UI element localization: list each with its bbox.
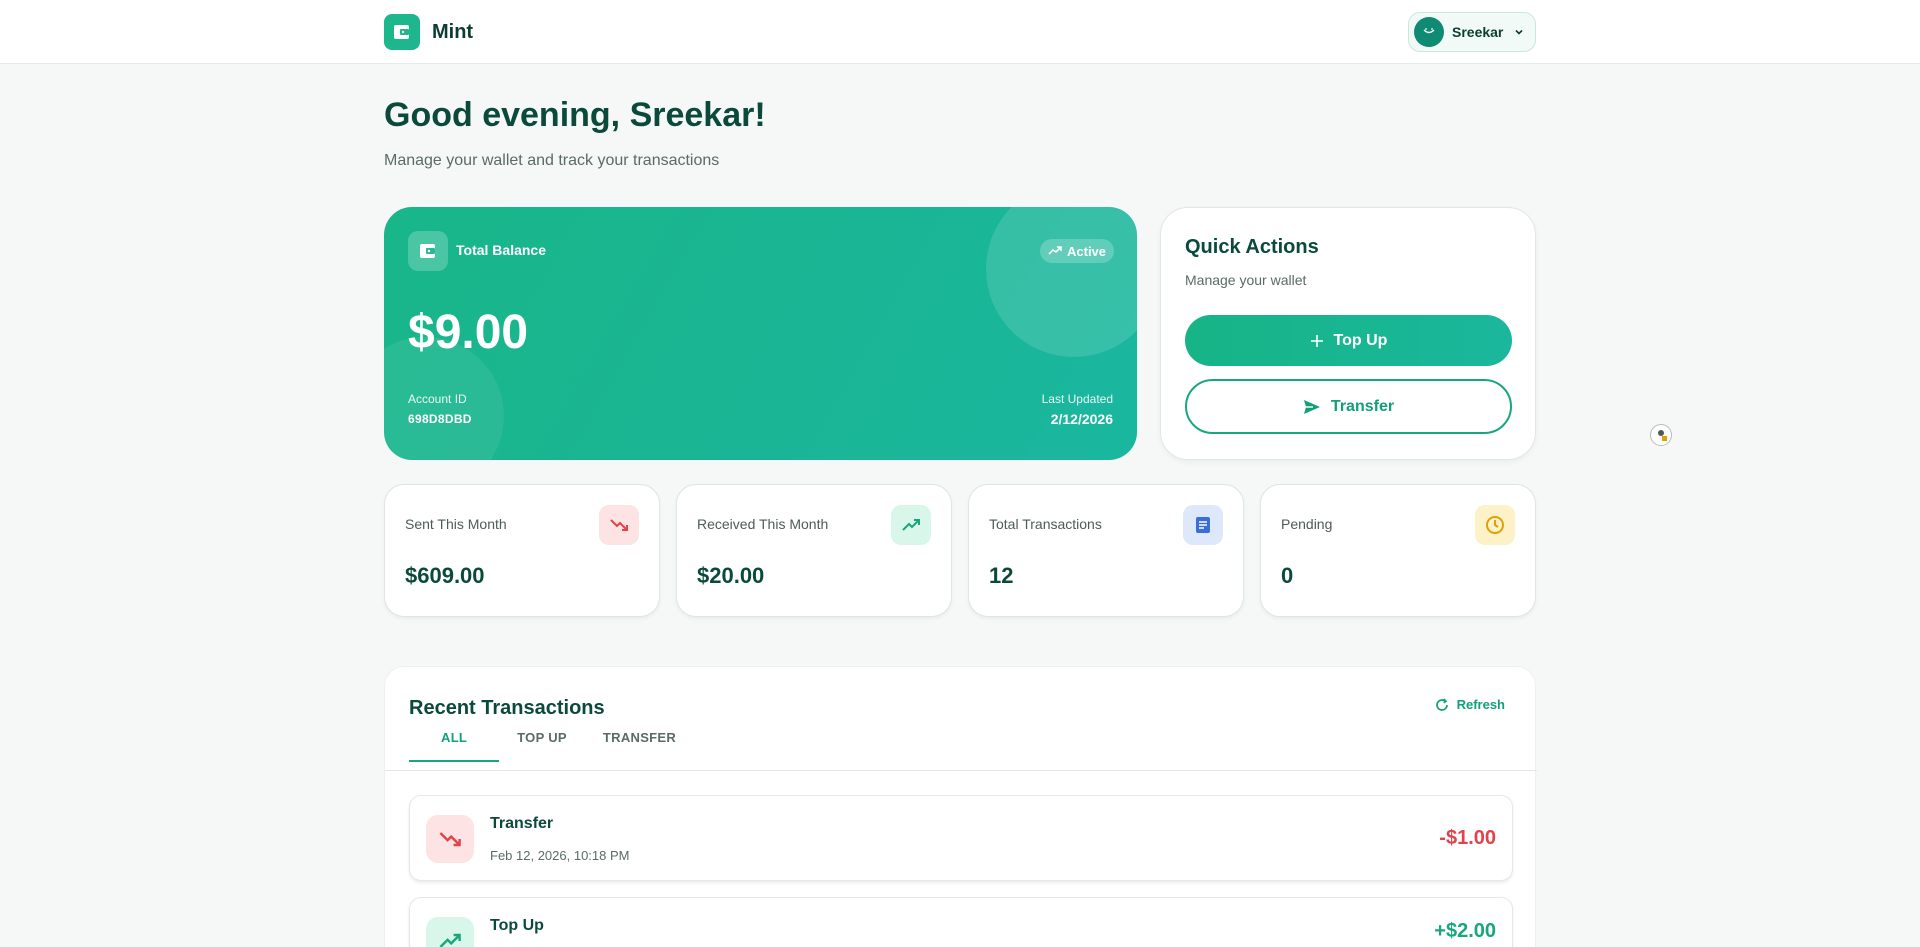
- refresh-label: Refresh: [1456, 697, 1505, 712]
- stat-value: $20.00: [697, 563, 765, 588]
- trending-up-icon: [426, 917, 474, 947]
- stat-card-pending: Pending 0: [1260, 484, 1536, 617]
- transaction-name: Transfer: [490, 815, 554, 832]
- document-icon: [1183, 505, 1223, 545]
- top-bar: Mint Sreekar: [0, 0, 1920, 64]
- stat-label: Pending: [1281, 516, 1333, 532]
- last-updated-value: 2/12/2026: [1050, 411, 1113, 427]
- avatar: [1414, 17, 1444, 47]
- brand[interactable]: Mint: [384, 14, 473, 50]
- stat-label: Received This Month: [697, 516, 829, 532]
- account-id-label: Account ID: [408, 392, 467, 406]
- stat-label: Sent This Month: [405, 516, 507, 532]
- stat-card-received: Received This Month $20.00: [676, 484, 952, 617]
- top-up-label: Top Up: [1333, 331, 1388, 349]
- clock-icon: [1475, 505, 1515, 545]
- balance-label: Total Balance: [456, 242, 546, 258]
- stat-card-sent: Sent This Month $609.00: [384, 484, 660, 617]
- transaction-amount: +$2.00: [1434, 920, 1496, 942]
- user-name: Sreekar: [1452, 24, 1504, 40]
- wallet-logo-icon: [384, 14, 420, 50]
- balance-amount: $9.00: [408, 306, 529, 359]
- wallet-icon: [408, 231, 448, 271]
- transaction-amount: -$1.00: [1439, 827, 1496, 849]
- tab-all[interactable]: ALL: [409, 729, 500, 762]
- extension-icon[interactable]: [1650, 424, 1672, 446]
- transfer-button[interactable]: Transfer: [1185, 379, 1512, 434]
- brand-name: Mint: [432, 20, 474, 43]
- stat-value: $609.00: [405, 563, 485, 588]
- transaction-name: Top Up: [490, 917, 544, 934]
- tab-top-up[interactable]: TOP UP: [499, 729, 585, 759]
- account-id-value: 698D8DBD: [408, 412, 472, 426]
- page-subtitle: Manage your wallet and track your transa…: [384, 152, 720, 169]
- transaction-row[interactable]: Transfer Feb 12, 2026, 10:18 PM -$1.00: [409, 795, 1513, 881]
- status-badge: Active: [1040, 239, 1115, 263]
- section-title: Recent Transactions: [409, 697, 605, 719]
- stat-label: Total Transactions: [989, 516, 1102, 532]
- stat-card-total-transactions: Total Transactions 12: [968, 484, 1244, 617]
- page-title: Good evening, Sreekar!: [384, 96, 766, 134]
- decorative-circle: [986, 207, 1137, 357]
- stat-value: 0: [1281, 563, 1294, 588]
- user-menu-button[interactable]: Sreekar: [1408, 12, 1536, 52]
- transfer-label: Transfer: [1330, 397, 1395, 415]
- status-text: Active: [1067, 243, 1107, 259]
- stat-value: 12: [989, 563, 1014, 588]
- refresh-button[interactable]: Refresh: [1435, 697, 1505, 712]
- trending-up-icon: [1048, 246, 1062, 255]
- tab-transfer[interactable]: TRANSFER: [585, 729, 694, 759]
- divider: [385, 770, 1537, 771]
- balance-card: Total Balance Active $9.00 Account ID 69…: [384, 207, 1137, 460]
- plus-icon: [1310, 334, 1323, 347]
- trending-down-icon: [426, 815, 474, 863]
- quick-actions-card: Quick Actions Manage your wallet Top Up …: [1160, 207, 1536, 460]
- transaction-tabs: ALL TOP UP TRANSFER: [409, 729, 694, 762]
- last-updated-label: Last Updated: [1041, 392, 1113, 406]
- trending-up-icon: [891, 505, 931, 545]
- recent-transactions-panel: Recent Transactions Refresh ALL TOP UP T…: [384, 666, 1537, 947]
- send-icon: [1303, 399, 1320, 414]
- transaction-row[interactable]: Top Up +$2.00: [409, 897, 1513, 947]
- refresh-icon: [1435, 697, 1448, 711]
- top-up-button[interactable]: Top Up: [1185, 315, 1512, 366]
- trending-down-icon: [599, 505, 639, 545]
- chevron-down-icon: [1515, 29, 1523, 35]
- quick-actions-title: Quick Actions: [1185, 236, 1319, 258]
- quick-actions-subtitle: Manage your wallet: [1185, 272, 1307, 288]
- transaction-date: Feb 12, 2026, 10:18 PM: [490, 848, 630, 863]
